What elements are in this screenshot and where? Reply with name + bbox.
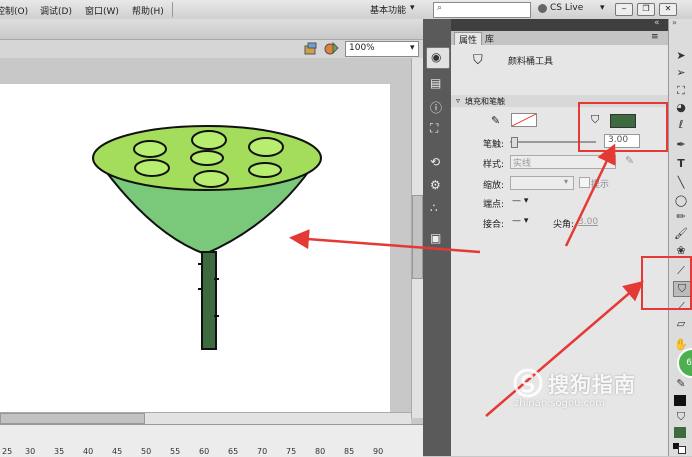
- sogou-logo: [513, 368, 543, 398]
- sogou-watermark: 搜狗指南 zhinan.sogou.com: [512, 366, 672, 410]
- arrow-to-drawing: [289, 229, 481, 254]
- watermark-brand: 搜狗指南: [548, 373, 636, 397]
- watermark-url: zhinan.sogou.com: [514, 398, 606, 409]
- arrow-to-fill-swatch: [564, 143, 616, 247]
